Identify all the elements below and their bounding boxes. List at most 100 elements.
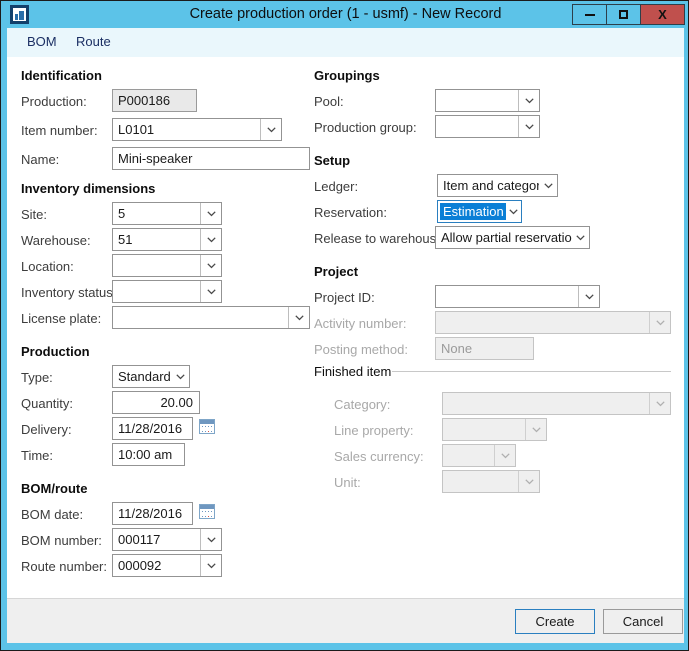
field-quantity-value: 20.00 — [160, 395, 193, 410]
form-client-area: Identification Production: P000186 Item … — [7, 57, 684, 598]
title-bar: Create production order (1 - usmf) - New… — [1, 1, 688, 28]
label-time: Time: — [21, 448, 54, 463]
field-name[interactable]: Mini-speaker — [112, 147, 310, 170]
field-name-value: Mini-speaker — [118, 151, 193, 166]
label-sales-currency: Sales currency: — [334, 449, 424, 464]
label-quantity: Quantity: — [21, 396, 74, 411]
chevron-down-icon — [518, 471, 539, 492]
section-identification-heading: Identification — [21, 68, 102, 83]
chevron-down-icon[interactable] — [172, 366, 189, 387]
minimize-icon — [584, 13, 595, 16]
dialog-footer: Create Cancel — [7, 598, 684, 643]
label-release-to-warehouse: Release to warehouse: — [314, 231, 447, 246]
chevron-down-icon[interactable] — [288, 307, 309, 328]
label-license-plate: License plate: — [21, 311, 102, 326]
create-button[interactable]: Create — [515, 609, 595, 634]
field-delivery-date[interactable]: 11/28/2016 — [112, 417, 193, 440]
chevron-down-icon[interactable] — [200, 281, 221, 302]
field-type[interactable]: Standard — [112, 365, 190, 388]
field-inventory-status[interactable] — [112, 280, 222, 303]
field-project-id[interactable] — [435, 285, 600, 308]
chevron-down-icon[interactable] — [200, 229, 221, 250]
minimize-button[interactable] — [572, 4, 607, 25]
field-production-group[interactable] — [435, 115, 540, 138]
field-unit — [442, 470, 540, 493]
field-ledger-value: Item and category — [443, 178, 539, 193]
calendar-icon-bom-date[interactable] — [199, 504, 215, 519]
label-reservation: Reservation: — [314, 205, 387, 220]
field-release-to-warehouse[interactable]: Allow partial reservation — [435, 226, 590, 249]
chevron-down-icon[interactable] — [200, 203, 221, 224]
tab-bom[interactable]: BOM — [27, 34, 57, 49]
field-reservation-value: Estimation — [440, 203, 506, 220]
field-posting-method: None — [435, 337, 534, 360]
chevron-down-icon[interactable] — [539, 175, 557, 196]
label-project-id: Project ID: — [314, 290, 375, 305]
maximize-button[interactable] — [606, 4, 641, 25]
field-warehouse[interactable]: 51 — [112, 228, 222, 251]
field-time[interactable]: 10:00 am — [112, 443, 185, 466]
label-activity-number: Activity number: — [314, 316, 407, 331]
field-location[interactable] — [112, 254, 222, 277]
field-route-number[interactable]: 000092 — [112, 554, 222, 577]
field-production-value: P000186 — [118, 93, 171, 108]
chevron-down-icon[interactable] — [260, 119, 281, 140]
chevron-down-icon[interactable] — [518, 116, 539, 137]
chevron-down-icon[interactable] — [572, 227, 589, 248]
field-warehouse-value: 51 — [118, 232, 133, 247]
label-ledger: Ledger: — [314, 179, 359, 194]
field-reservation[interactable]: Estimation — [437, 200, 522, 223]
field-delivery-date-value: 11/28/2016 — [118, 421, 183, 436]
label-site: Site: — [21, 207, 48, 222]
label-name: Name: — [21, 152, 60, 167]
label-unit: Unit: — [334, 475, 361, 490]
field-type-value: Standard — [118, 369, 171, 384]
label-inventory-status: Inventory status: — [21, 285, 117, 300]
field-bom-number[interactable]: 000117 — [112, 528, 222, 551]
tab-route[interactable]: Route — [76, 34, 111, 49]
close-button[interactable]: X — [640, 4, 685, 25]
chevron-down-icon[interactable] — [200, 555, 221, 576]
cancel-button[interactable]: Cancel — [603, 609, 683, 634]
field-item-number-value: L0101 — [118, 122, 155, 137]
label-delivery: Delivery: — [21, 422, 72, 437]
tab-strip: BOM Route — [7, 28, 684, 57]
field-license-plate[interactable] — [112, 306, 310, 329]
chevron-down-icon[interactable] — [518, 90, 539, 111]
chevron-down-icon[interactable] — [506, 201, 521, 222]
finished-item-divider — [392, 371, 671, 372]
field-site[interactable]: 5 — [112, 202, 222, 225]
field-pool[interactable] — [435, 89, 540, 112]
field-sales-currency — [442, 444, 516, 467]
chevron-down-icon — [525, 419, 546, 440]
chevron-down-icon[interactable] — [200, 255, 221, 276]
field-route-number-value: 000092 — [118, 558, 162, 573]
field-line-property — [442, 418, 547, 441]
field-item-number[interactable]: L0101 — [112, 118, 282, 141]
field-bom-date-value: 11/28/2016 — [118, 506, 183, 521]
close-icon: X — [658, 7, 667, 22]
chevron-down-icon — [649, 393, 670, 414]
field-bom-date[interactable]: 11/28/2016 — [112, 502, 193, 525]
section-inventory-dimensions-heading: Inventory dimensions — [21, 181, 156, 196]
section-groupings-heading: Groupings — [314, 68, 380, 83]
field-posting-method-value: None — [441, 341, 473, 356]
field-bom-number-value: 000117 — [118, 532, 161, 547]
field-ledger[interactable]: Item and category — [437, 174, 558, 197]
label-line-property: Line property: — [334, 423, 414, 438]
label-posting-method: Posting method: — [314, 342, 408, 357]
label-bom-date: BOM date: — [21, 507, 84, 522]
field-time-value: 10:00 am — [118, 447, 173, 462]
chevron-down-icon[interactable] — [200, 529, 221, 550]
label-warehouse: Warehouse: — [21, 233, 91, 248]
section-finished-item-heading: Finished item — [314, 364, 392, 379]
maximize-icon — [619, 10, 628, 19]
chevron-down-icon[interactable] — [578, 286, 599, 307]
field-site-value: 5 — [118, 206, 126, 221]
label-item-number: Item number: — [21, 123, 98, 138]
window-controls: X — [572, 4, 685, 25]
calendar-icon-delivery[interactable] — [199, 419, 215, 434]
field-quantity[interactable]: 20.00 — [112, 391, 200, 414]
label-production: Production: — [21, 94, 87, 109]
chevron-down-icon — [649, 312, 670, 333]
